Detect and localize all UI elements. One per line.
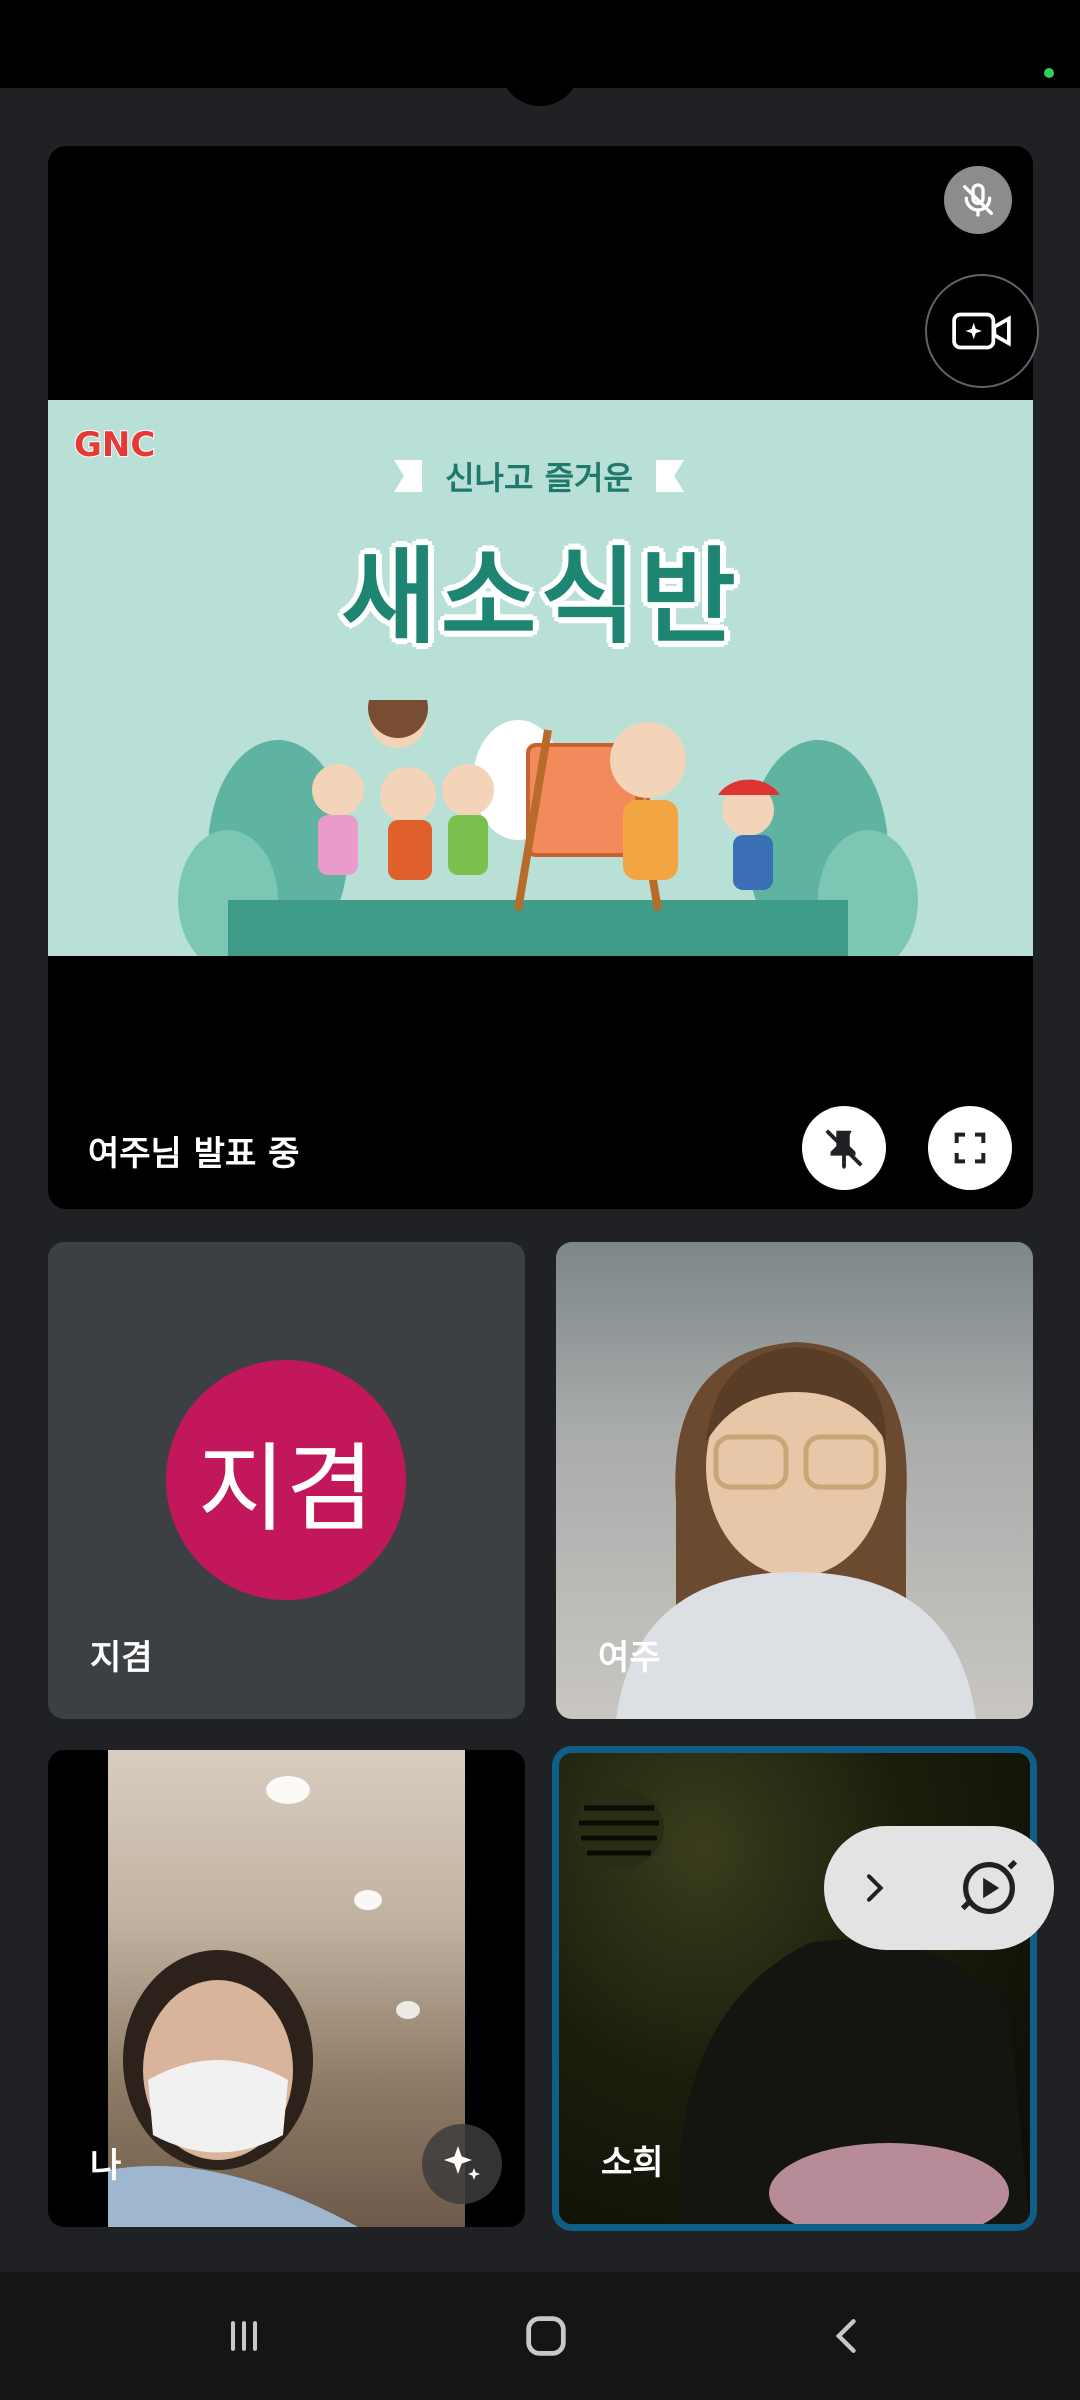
gnc-logo: GNC — [73, 424, 156, 466]
back-icon — [835, 2319, 856, 2353]
participant-tile[interactable]: 여주 — [556, 1242, 1033, 1719]
unpin-button[interactable] — [802, 1106, 886, 1190]
status-bar — [0, 0, 1080, 106]
participant-video — [108, 1750, 465, 2227]
participant-tile-self[interactable]: 나 — [48, 1750, 525, 2227]
shared-slide: GNC 신나고 즐거운 새소식반 — [48, 400, 1033, 956]
participant-tile-active-speaker[interactable]: 소희 — [552, 1746, 1037, 2231]
home-button[interactable] — [506, 2306, 586, 2366]
unpin-icon — [825, 1129, 863, 1170]
fullscreen-button[interactable] — [928, 1106, 1012, 1190]
participant-name: 지겸 — [90, 1638, 153, 1678]
presenting-label: 여주님 발표 중 — [88, 1134, 300, 1174]
children-illustration — [178, 700, 918, 956]
back-button[interactable] — [808, 2306, 888, 2366]
camera-effects-button[interactable] — [925, 274, 1039, 388]
recents-button[interactable] — [204, 2306, 284, 2366]
participant-name: 여주 — [598, 1638, 661, 1678]
participant-tile[interactable]: 지겸 지겸 — [48, 1242, 525, 1719]
system-navigation-bar — [0, 2272, 1080, 2400]
reaction-icon[interactable] — [954, 1853, 1024, 1923]
effects-button[interactable] — [422, 2124, 502, 2204]
fullscreen-icon — [954, 1132, 986, 1164]
presentation-tile[interactable]: GNC 신나고 즐거운 새소식반 여주님 발표 중 — [48, 146, 1033, 1209]
participant-name: 나 — [90, 2146, 122, 2186]
participant-name: 소희 — [601, 2143, 664, 2183]
avatar: 지겸 — [166, 1360, 406, 1600]
camera-notch — [500, 50, 580, 106]
recents-icon — [230, 2321, 258, 2351]
home-icon — [526, 2316, 566, 2356]
camera-in-use-indicator — [1044, 68, 1054, 78]
mic-off-indicator — [944, 166, 1012, 234]
sparkle-icon — [444, 2146, 480, 2180]
slide-ribbon: 신나고 즐거운 — [394, 454, 684, 498]
mic-off-icon — [963, 183, 993, 217]
chevron-right-icon[interactable] — [854, 1868, 894, 1908]
slide-title: 새소식반 — [341, 536, 740, 658]
camera-effects-icon — [952, 312, 1011, 350]
floating-controls-pill[interactable] — [824, 1826, 1054, 1950]
svg-text:GNC: GNC — [74, 425, 155, 465]
slide-subtitle: 신나고 즐거운 — [445, 459, 633, 497]
